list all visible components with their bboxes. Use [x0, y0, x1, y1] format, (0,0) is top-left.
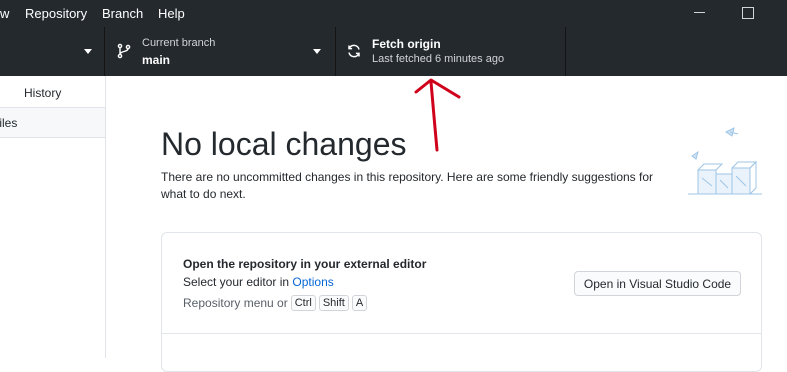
menu-view[interactable]: w: [0, 6, 9, 21]
chevron-down-icon: [313, 49, 321, 54]
last-fetched-text: Last fetched 6 minutes ago: [372, 53, 505, 65]
toolbar: Current branch main Fetch origin Last fe…: [0, 27, 787, 76]
maximize-button[interactable]: [738, 3, 758, 23]
sidebar: History files: [0, 76, 106, 358]
current-branch-button[interactable]: Current branch main: [106, 27, 336, 76]
key-ctrl: Ctrl: [290, 295, 316, 311]
chevron-down-icon: [84, 49, 92, 54]
open-in-vscode-button[interactable]: Open in Visual Studio Code: [574, 271, 741, 296]
current-branch-label: Current branch: [142, 37, 216, 49]
menu-bar: w Repository Branch Help: [0, 0, 787, 27]
current-repository-button[interactable]: [0, 27, 105, 76]
page-title: No local changes: [161, 126, 407, 162]
tab-history-label: History: [24, 86, 62, 100]
open-editor-card: Open the repository in your external edi…: [161, 232, 762, 372]
key-a: A: [351, 295, 368, 311]
menu-help[interactable]: Help: [158, 6, 185, 21]
boxes-illustration-icon: [688, 127, 762, 195]
options-link[interactable]: Options: [292, 275, 333, 289]
tab-history[interactable]: History: [0, 78, 105, 108]
shortcut-hint-text: Repository menu or: [183, 296, 288, 310]
key-shift: Shift: [318, 295, 349, 311]
current-branch-name: main: [142, 53, 171, 67]
fetch-origin-button[interactable]: Fetch origin Last fetched 6 minutes ago: [337, 27, 566, 76]
git-branch-icon: [117, 43, 131, 59]
menu-branch[interactable]: Branch: [102, 6, 143, 21]
tab-changed-files-label: files: [0, 116, 18, 130]
minimize-button[interactable]: [690, 3, 710, 23]
page-description: There are no uncommitted changes in this…: [161, 170, 654, 201]
sync-icon: [348, 44, 360, 58]
annotation-arrow-icon: [414, 78, 461, 152]
fetch-origin-label: Fetch origin: [372, 37, 441, 51]
card-editor-line: Select your editor in Options: [183, 275, 334, 289]
card-divider: [162, 333, 761, 334]
card-editor-text: Select your editor in: [183, 275, 293, 289]
card-title: Open the repository in your external edi…: [183, 257, 427, 271]
menu-repository[interactable]: Repository: [25, 6, 87, 21]
tab-changed-files[interactable]: files: [0, 108, 105, 138]
card-shortcut-hint: Repository menu or Ctrl Shift A: [183, 295, 368, 311]
